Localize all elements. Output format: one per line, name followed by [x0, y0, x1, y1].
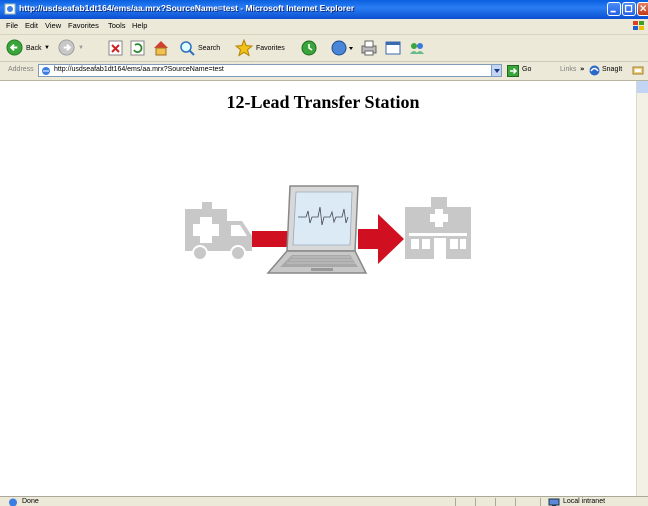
forward-arrow-icon: [58, 39, 75, 56]
local-intranet-icon: [548, 498, 560, 506]
close-button[interactable]: [637, 2, 648, 16]
status-bar: Done Local intranet: [0, 496, 648, 506]
address-bar: Address http://usdseafab1dt164/ems/aa.mr…: [0, 62, 648, 81]
windows-logo-icon: [633, 21, 644, 30]
minimize-icon: [610, 10, 616, 13]
menu-help[interactable]: Help: [132, 21, 147, 30]
window-title: http://usdseafab1dt164/ems/aa.mrx?Source…: [19, 3, 355, 13]
history-icon[interactable]: [300, 38, 318, 58]
page-title: 12-Lead Transfer Station: [226, 92, 420, 112]
forward-dropdown-icon: ▼: [78, 45, 84, 51]
address-label: Address: [8, 66, 34, 73]
edit-icon[interactable]: [384, 38, 402, 58]
transfer-illustration: [185, 185, 471, 274]
search-label: Search: [198, 45, 221, 52]
home-icon[interactable]: [152, 38, 170, 58]
back-dropdown-icon: ▼: [44, 45, 50, 51]
back-arrow-icon: [6, 39, 23, 56]
favorites-button[interactable]: Favorites: [235, 38, 295, 58]
search-button[interactable]: Search: [179, 38, 229, 58]
maximize-button[interactable]: [622, 2, 636, 16]
menu-favorites[interactable]: Favorites: [68, 21, 99, 30]
maximize-icon: [624, 4, 633, 13]
print-icon[interactable]: [360, 38, 378, 58]
address-input[interactable]: http://usdseafab1dt164/ems/aa.mrx?Source…: [38, 64, 502, 77]
mail-icon[interactable]: [330, 38, 356, 58]
vertical-scrollbar[interactable]: [636, 81, 648, 496]
ie-page-icon: [4, 3, 16, 15]
page-done-icon: [9, 498, 17, 506]
status-divider: [495, 498, 496, 506]
minimize-button[interactable]: [607, 2, 621, 16]
transfer-bar-left: [252, 231, 292, 247]
snagit-icon[interactable]: [589, 65, 600, 76]
menu-edit[interactable]: Edit: [25, 21, 38, 30]
status-divider: [540, 498, 541, 506]
address-dropdown-button[interactable]: [491, 64, 502, 77]
back-button[interactable]: Back ▼: [6, 38, 54, 58]
hospital-icon: [405, 197, 471, 259]
snagit-button[interactable]: SnagIt: [602, 66, 622, 73]
stop-icon[interactable]: [108, 38, 124, 58]
menu-tools[interactable]: Tools: [108, 21, 126, 30]
security-zone: Local intranet: [563, 498, 606, 505]
ambulance-icon: [185, 202, 252, 261]
page-content: 12-Lead Transfer Station: [10, 81, 636, 496]
transfer-arrow-icon: [358, 214, 404, 264]
chevron-down-icon: [494, 69, 500, 73]
menu-file[interactable]: File: [6, 21, 18, 30]
close-icon: [640, 5, 647, 12]
menu-bar: File Edit View Favorites Tools Help: [0, 19, 648, 35]
search-icon: [180, 41, 195, 56]
favorites-label: Favorites: [256, 45, 285, 52]
back-label: Back: [26, 45, 42, 52]
go-button[interactable]: Go: [522, 66, 531, 73]
forward-button[interactable]: ▼: [58, 38, 86, 58]
address-url: http://usdseafab1dt164/ems/aa.mrx?Source…: [54, 66, 224, 73]
title-bar: http://usdseafab1dt164/ems/aa.mrx?Source…: [0, 0, 648, 19]
refresh-icon[interactable]: [130, 38, 146, 58]
scroll-up-button[interactable]: [637, 81, 648, 93]
status-text: Done: [22, 498, 39, 505]
links-chevron-icon[interactable]: »: [580, 65, 585, 73]
status-divider: [455, 498, 456, 506]
go-arrow-icon[interactable]: [507, 65, 519, 77]
laptop-icon: [266, 185, 368, 274]
toolbar: Back ▼ ▼ Search Favorites: [0, 35, 648, 62]
status-divider: [475, 498, 476, 506]
favorites-star-icon: [235, 39, 253, 57]
links-label[interactable]: Links: [560, 66, 576, 73]
status-divider: [515, 498, 516, 506]
page-icon: [42, 67, 50, 75]
snagit-capture-icon[interactable]: [632, 65, 644, 76]
menu-view[interactable]: View: [45, 21, 61, 30]
browser-window: http://usdseafab1dt164/ems/aa.mrx?Source…: [0, 0, 648, 506]
messenger-icon[interactable]: [408, 38, 426, 58]
